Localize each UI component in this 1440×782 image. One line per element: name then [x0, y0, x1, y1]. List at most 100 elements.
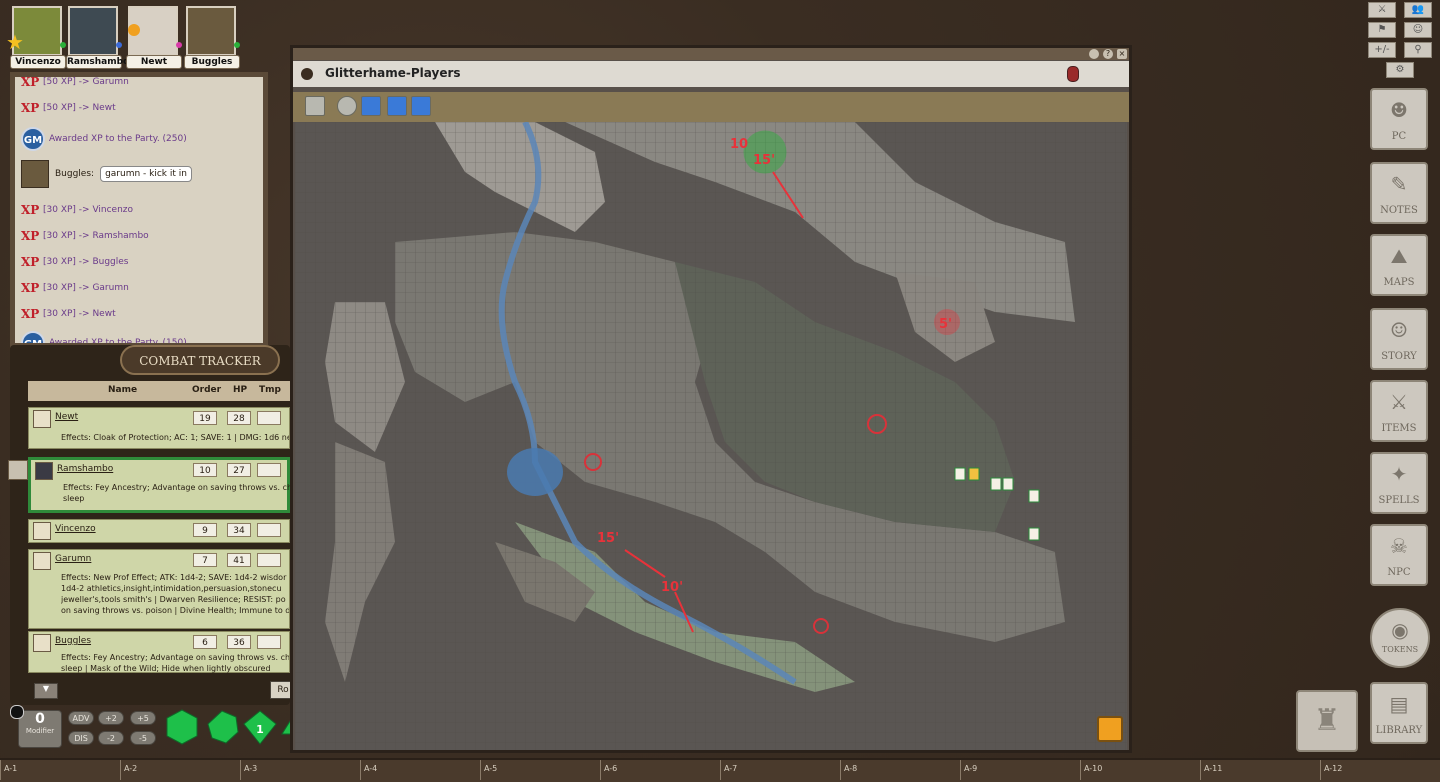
speech-bubble: garumn - kick it in: [100, 166, 192, 182]
combatant-name[interactable]: Newt: [55, 412, 78, 422]
hotkey-slot[interactable]: A-9: [964, 764, 977, 773]
dis-button[interactable]: DIS: [68, 731, 94, 745]
hotkey-slot[interactable]: A-7: [724, 764, 737, 773]
hotkey-slot[interactable]: A-2: [124, 764, 137, 773]
portrait-ramshambo[interactable]: Ramshambo: [66, 4, 129, 69]
close-icon[interactable]: ×: [1117, 49, 1127, 59]
tmp-hp-field[interactable]: [257, 635, 281, 649]
hotkey-slot[interactable]: A-8: [844, 764, 857, 773]
share-icon[interactable]: [1089, 49, 1099, 59]
gear-icon[interactable]: ⚙: [1386, 62, 1414, 78]
d10-icon[interactable]: 1: [243, 710, 277, 745]
hotkey-slot[interactable]: A-3: [244, 764, 257, 773]
sidebar-button-tokens[interactable]: ◉ TOKENS: [1370, 608, 1430, 668]
combatant-row[interactable]: Garumn 7 41 Effects: New Prof Effect; AT…: [28, 549, 290, 629]
chat-text: [50 XP] -> Garumn: [43, 77, 129, 87]
token[interactable]: [1028, 489, 1040, 503]
hotkey-slot[interactable]: A-5: [484, 764, 497, 773]
combatant-row-active[interactable]: Ramshambo 10 27 Effects: Fey Ancestry; A…: [28, 457, 291, 513]
map-canvas[interactable]: 10 15' 5' 15' 10': [295, 122, 1127, 750]
map-tools-button[interactable]: [1097, 716, 1123, 742]
close-icon[interactable]: [10, 705, 24, 719]
map-window[interactable]: ? × Glitterhame-Players 10 15' 5' 15' 10…: [290, 45, 1132, 753]
plus5-button[interactable]: +5: [130, 711, 156, 725]
no-vision-icon[interactable]: [361, 96, 381, 116]
hotkey-slot[interactable]: A-12: [1324, 764, 1342, 773]
sidebar-button-notes[interactable]: ✎ NOTES: [1370, 162, 1428, 224]
flag-icon[interactable]: [387, 96, 407, 116]
lock-icon[interactable]: [1067, 66, 1079, 82]
hp-field[interactable]: 28: [227, 411, 251, 425]
hp-field[interactable]: 41: [227, 553, 251, 567]
modifier-value: 0: [35, 711, 45, 727]
grid-icon[interactable]: [305, 96, 325, 116]
chat-window[interactable]: XP [50 XP] -> Garumn XP [50 XP] -> Newt GM…: [10, 72, 268, 348]
combatant-name[interactable]: Garumn: [55, 554, 91, 564]
help-icon[interactable]: ?: [1103, 49, 1113, 59]
battle-map[interactable]: 10 15' 5' 15' 10': [295, 122, 1127, 750]
scroll-down-button[interactable]: ▼: [34, 683, 58, 699]
initiative-field[interactable]: 19: [193, 411, 217, 425]
party-icon[interactable]: 👥: [1404, 2, 1432, 18]
combatant-name[interactable]: Buggles: [55, 636, 91, 646]
sidebar-button-library[interactable]: ▤ LIBRARY: [1370, 682, 1428, 744]
portrait-buggles[interactable]: Buggles: [184, 4, 240, 69]
initiative-field[interactable]: 10: [193, 463, 217, 477]
hotkey-slot[interactable]: A-11: [1204, 764, 1222, 773]
modifiers-icon[interactable]: +/-: [1368, 42, 1396, 58]
plus2-button[interactable]: +2: [98, 711, 124, 725]
token[interactable]: [1002, 477, 1014, 491]
hp-field[interactable]: 27: [227, 463, 251, 477]
d12-icon[interactable]: [207, 710, 239, 744]
hotkey-slot[interactable]: A-4: [364, 764, 377, 773]
combatant-name[interactable]: Ramshambo: [57, 464, 113, 474]
window-frame-top[interactable]: [293, 48, 1129, 60]
combatant-row[interactable]: Buggles 6 36 Effects: Fey Ancestry; Adva…: [28, 631, 290, 673]
portrait-vincenzo[interactable]: ★ Vincenzo: [6, 4, 66, 69]
token[interactable]: [1028, 527, 1040, 541]
hotkey-slot[interactable]: A-1: [4, 764, 17, 773]
hp-field[interactable]: 34: [227, 523, 251, 537]
minus5-button[interactable]: -5: [130, 731, 156, 745]
tmp-hp-field[interactable]: [257, 553, 281, 567]
d20-icon[interactable]: [166, 709, 198, 745]
initiative-field[interactable]: 9: [193, 523, 217, 537]
combatant-row[interactable]: Vincenzo 9 34: [28, 519, 290, 543]
castle-icon[interactable]: ♜: [1296, 690, 1358, 752]
sidebar-button-spells[interactable]: ✦ SPELLS: [1370, 452, 1428, 514]
map-title-bar[interactable]: Glitterhame-Players: [293, 61, 1129, 87]
modifier-box[interactable]: 0 Modifier: [18, 710, 62, 748]
tmp-hp-field[interactable]: [257, 411, 281, 425]
xp-icon: XP: [21, 101, 40, 115]
adv-button[interactable]: ADV: [68, 711, 94, 725]
hotkey-slot[interactable]: A-6: [604, 764, 617, 773]
distance-label: 15': [753, 153, 775, 168]
combat-icon[interactable]: ⚔: [1368, 2, 1396, 18]
effects-icon[interactable]: ☺: [1404, 22, 1432, 38]
chat-text: [30 XP] -> Newt: [43, 309, 116, 319]
token[interactable]: [954, 467, 966, 481]
initiative-field[interactable]: 7: [193, 553, 217, 567]
sidebar-button-story[interactable]: ☺ STORY: [1370, 308, 1428, 370]
flag-icon[interactable]: ⚑: [1368, 22, 1396, 38]
token[interactable]: [968, 467, 980, 481]
combatant-row[interactable]: Newt 19 28 Effects: Cloak of Protection;…: [28, 407, 290, 449]
character-icon[interactable]: ⚲: [1404, 42, 1432, 58]
distance-label: 10': [661, 580, 683, 595]
initiative-field[interactable]: 6: [193, 635, 217, 649]
tmp-hp-field[interactable]: [257, 463, 281, 477]
col-order: Order: [192, 385, 222, 395]
minus2-button[interactable]: -2: [98, 731, 124, 745]
token[interactable]: [990, 477, 1002, 491]
combatant-name[interactable]: Vincenzo: [55, 524, 96, 534]
portrait-newt[interactable]: Newt: [126, 4, 182, 69]
hp-field[interactable]: 36: [227, 635, 251, 649]
sidebar-button-npc[interactable]: ☠ NPC: [1370, 524, 1428, 586]
hotkey-slot[interactable]: A-10: [1084, 764, 1102, 773]
link-icon[interactable]: [411, 96, 431, 116]
tmp-hp-field[interactable]: [257, 523, 281, 537]
target-icon[interactable]: [337, 96, 357, 116]
sidebar-button-pc[interactable]: ☻ PC: [1370, 88, 1428, 150]
sidebar-button-maps[interactable]: ⛰ MAPS: [1370, 234, 1428, 296]
sidebar-button-items[interactable]: ⚔ ITEMS: [1370, 380, 1428, 442]
